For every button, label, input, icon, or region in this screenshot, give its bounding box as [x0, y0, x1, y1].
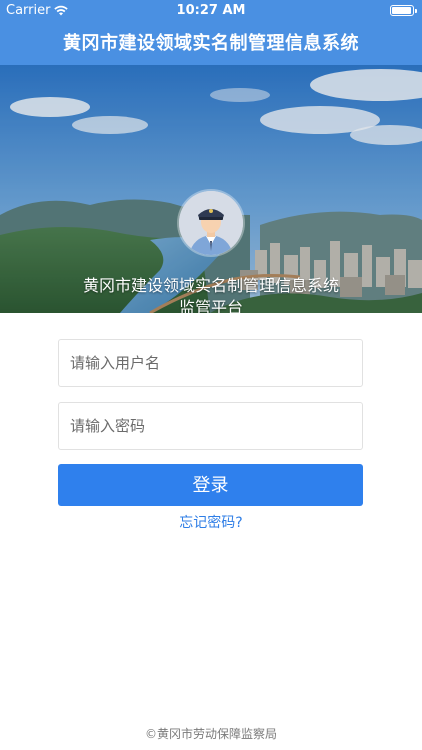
username-input[interactable]: [59, 340, 362, 386]
hero-title-line1: 黄冈市建设领域实名制管理信息系统: [82, 276, 339, 295]
nav-title: 黄冈市建设领域实名制管理信息系统: [63, 33, 359, 54]
police-officer-avatar-icon: [179, 191, 243, 255]
hero-title: 黄冈市建设领域实名制管理信息系统 监管平台: [0, 275, 422, 313]
password-input[interactable]: [59, 403, 362, 449]
forgot-password-link[interactable]: 忘记密码?: [0, 512, 422, 532]
status-bar: Carrier 10:27 AM: [0, 0, 422, 22]
battery-icon: [390, 5, 417, 16]
status-time: 10:27 AM: [176, 3, 246, 18]
hero-title-line2: 监管平台: [178, 298, 243, 313]
footer-copyright: ©黄冈市劳动保障监察局: [144, 727, 277, 741]
username-field[interactable]: [58, 339, 363, 387]
avatar: [179, 191, 243, 255]
login-button[interactable]: 登录: [58, 464, 363, 506]
password-field[interactable]: [58, 402, 363, 450]
top-bar: Carrier 10:27 AM 黄冈市建设领域实名制管理信息系统: [0, 0, 422, 65]
battery-level: [392, 7, 411, 14]
hero-banner: 黄冈市建设领域实名制管理信息系统 监管平台: [0, 65, 422, 313]
